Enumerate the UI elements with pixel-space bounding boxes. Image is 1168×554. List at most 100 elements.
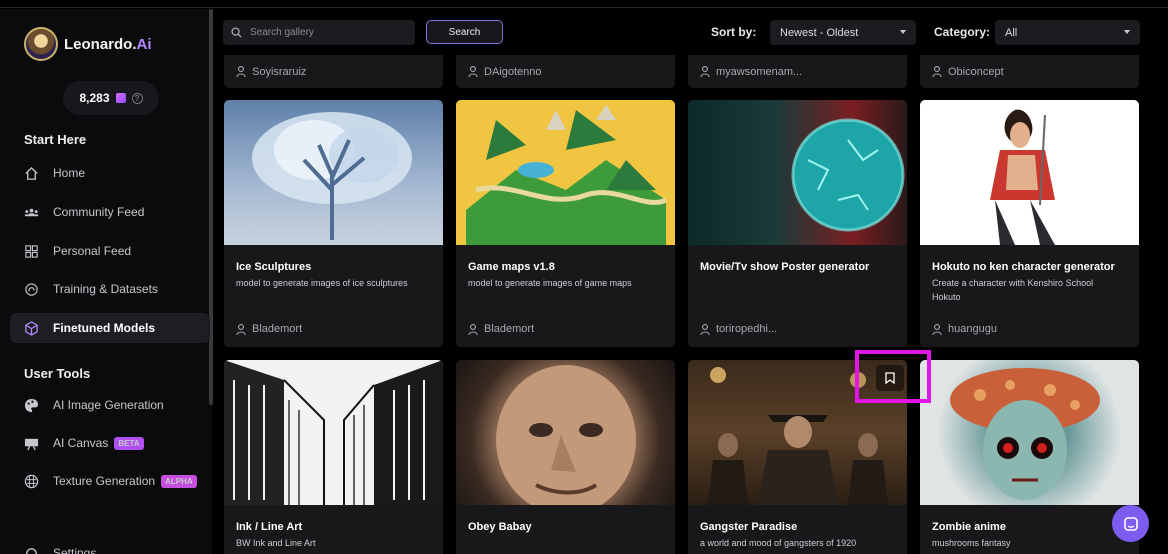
chevron-down-icon (900, 30, 906, 34)
search-button[interactable]: Search (426, 20, 503, 44)
sidebar-item-label: Training & Datasets (53, 282, 158, 296)
section-title-tools: User Tools (24, 366, 91, 381)
card-author: Obiconcept (948, 65, 1004, 78)
sidebar-item-label: Settings (53, 546, 97, 554)
gear-icon (26, 548, 37, 554)
sort-select[interactable]: Newest - Oldest (770, 20, 916, 45)
user-icon (932, 66, 942, 77)
card-title: Game maps v1.8 (468, 261, 555, 273)
category-select[interactable]: All (995, 20, 1140, 45)
chat-icon (1123, 516, 1138, 531)
credits-pill[interactable]: 8,283 ? (63, 81, 159, 115)
user-icon (932, 323, 942, 335)
model-card-poster-generator[interactable]: Movie/Tv show Poster generator toriroped… (688, 100, 907, 347)
beta-badge: BETA (114, 436, 144, 450)
user-icon (468, 66, 478, 77)
sidebar-item-training-datasets[interactable]: Training & Datasets (10, 274, 210, 304)
model-card-hokuto[interactable]: Hokuto no ken character generator Create… (920, 100, 1139, 347)
card-title: Gangster Paradise (700, 521, 798, 533)
user-icon (700, 66, 710, 77)
card-title: Zombie anime (932, 521, 1006, 533)
credits-amount: 8,283 (79, 91, 110, 105)
model-card-game-maps[interactable]: Game maps v1.8 model to generate images … (456, 100, 675, 347)
model-card-zombie-anime[interactable]: Zombie anime mushrooms fantasy (920, 360, 1139, 554)
chat-button[interactable] (1112, 505, 1149, 542)
sidebar-item-personal-feed[interactable]: Personal Feed (10, 236, 210, 266)
cube-icon (25, 320, 38, 336)
canvas-icon (24, 438, 39, 450)
brand[interactable]: Leonardo.Ai (24, 27, 152, 61)
card-author: DAigotenno (484, 65, 542, 78)
card-description: BW Ink and Line Art (236, 538, 316, 548)
sidebar-item-label: Texture Generation (53, 474, 156, 488)
sidebar-item-home[interactable]: Home (10, 158, 210, 188)
card-title: Movie/Tv show Poster generator (700, 261, 870, 273)
card-title: Ice Sculptures (236, 261, 312, 273)
card-thumbnail (456, 100, 675, 245)
card-partial[interactable]: Obiconcept (920, 55, 1139, 88)
sidebar-item-label: Personal Feed (53, 244, 132, 258)
sort-label: Sort by: (711, 25, 757, 39)
top-border (0, 0, 1168, 8)
sidebar-item-community-feed[interactable]: Community Feed (10, 197, 210, 227)
card-thumbnail (920, 100, 1139, 245)
alpha-badge: ALPHA (161, 474, 197, 488)
card-title: Obey Babay (468, 521, 532, 533)
card-partial[interactable]: myawsomenam... (688, 55, 907, 88)
search-icon (231, 27, 242, 38)
card-thumbnail (224, 360, 443, 505)
sidebar-item-ai-canvas[interactable]: AI Canvas BETA (10, 428, 210, 458)
sidebar-item-label: Finetuned Models (53, 321, 155, 335)
grid-icon (25, 244, 38, 258)
card-title: Ink / Line Art (236, 521, 303, 533)
model-card-ink-line-art[interactable]: Ink / Line Art BW Ink and Line Art (224, 360, 443, 554)
card-thumbnail (920, 360, 1139, 505)
user-icon (236, 66, 246, 77)
sidebar-item-label: AI Image Generation (53, 398, 164, 412)
sidebar-item-label: Community Feed (53, 205, 145, 219)
user-icon (236, 323, 246, 335)
section-title-start: Start Here (24, 132, 87, 147)
brand-logo (24, 27, 58, 61)
search-field[interactable] (223, 20, 415, 45)
card-author-row[interactable]: Blademort (468, 323, 534, 335)
training-icon (25, 282, 38, 296)
palette-icon (24, 398, 39, 412)
card-thumbnail (224, 100, 443, 245)
card-partial[interactable]: DAigotenno (456, 55, 675, 88)
card-author: Blademort (252, 323, 303, 335)
sidebar-item-finetuned-models[interactable]: Finetuned Models (10, 313, 210, 343)
highlight-box (855, 350, 931, 403)
card-author: myawsomenam... (716, 65, 803, 78)
sidebar-item-label: AI Canvas (53, 436, 109, 450)
community-icon (24, 208, 39, 216)
sidebar-item-ai-image-generation[interactable]: AI Image Generation (10, 390, 210, 420)
card-partial[interactable]: Soyisraruiz (224, 55, 443, 88)
card-description: a world and mood of gangsters of 1920 (700, 538, 857, 548)
card-description: Create a character with Kenshiro School … (932, 278, 1094, 302)
search-input[interactable] (250, 27, 400, 38)
card-author: toriropedhi... (716, 323, 778, 335)
category-label: Category: (934, 25, 991, 39)
card-author-row[interactable]: Blademort (236, 323, 302, 335)
sidebar-item-settings[interactable]: Settings (10, 536, 210, 554)
texture-icon (24, 474, 39, 488)
category-value: All (1005, 26, 1018, 39)
model-card-ice-sculptures[interactable]: Ice Sculptures model to generate images … (224, 100, 443, 347)
sidebar-item-label: Home (53, 166, 86, 180)
card-title: Hokuto no ken character generator (932, 261, 1115, 273)
card-author-row[interactable]: toriropedhi... (700, 323, 777, 335)
card-author-row[interactable]: huangugu (932, 323, 997, 335)
sort-value: Newest - Oldest (780, 26, 859, 39)
user-icon (700, 323, 710, 335)
card-author: Soyisraruiz (252, 65, 307, 78)
card-description: model to generate images of game maps (468, 278, 632, 288)
model-card-obey-babay[interactable]: Obey Babay (456, 360, 675, 554)
card-thumbnail (456, 360, 675, 515)
chevron-down-icon (1124, 30, 1130, 34)
card-description: mushrooms fantasy (932, 538, 1011, 548)
sidebar-item-texture-generation[interactable]: Texture Generation ALPHA (10, 466, 210, 496)
home-icon (25, 166, 38, 180)
token-icon (115, 93, 126, 103)
help-icon[interactable]: ? (131, 92, 143, 104)
